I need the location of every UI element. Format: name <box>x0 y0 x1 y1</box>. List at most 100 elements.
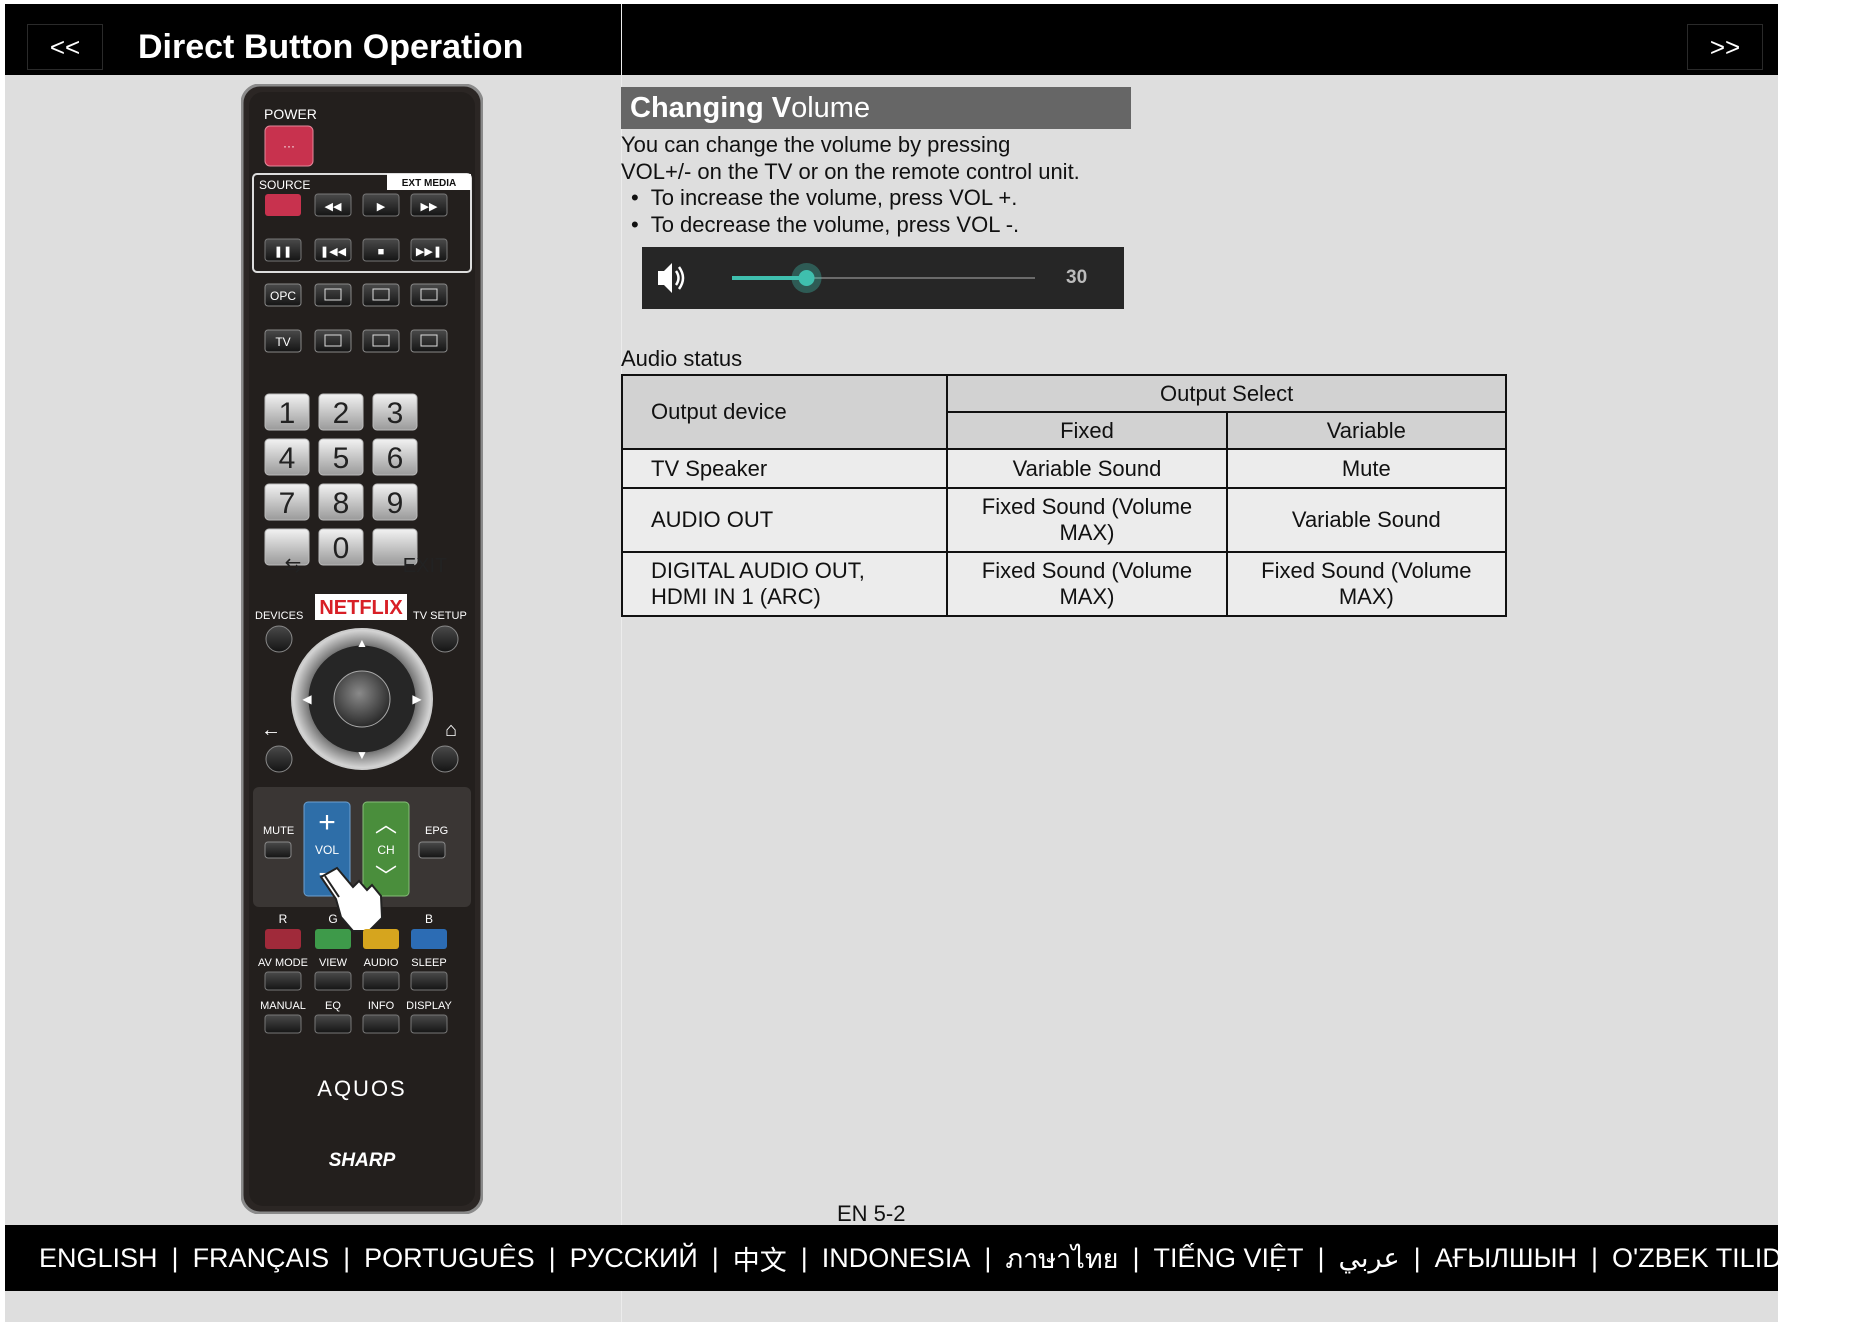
header-variable: Variable <box>1225 411 1508 450</box>
svg-text:▲: ▲ <box>356 636 368 650</box>
tv-setup-label: TV SETUP <box>413 610 467 622</box>
language-link[interactable]: TIẾNG VIỆT <box>1153 1243 1303 1274</box>
sleep-label: SLEEP <box>411 957 446 969</box>
language-link[interactable]: 中文 <box>733 1239 787 1278</box>
language-link[interactable]: РУССКИЙ <box>570 1243 698 1274</box>
speaker-icon <box>658 263 685 293</box>
display-label: DISPLAY <box>406 1000 452 1012</box>
cell-variable: Variable Sound <box>1225 487 1508 553</box>
info-label: INFO <box>368 1000 395 1012</box>
language-separator: | <box>711 1242 719 1273</box>
cell-variable: Mute <box>1225 448 1508 489</box>
language-separator: | <box>984 1242 992 1273</box>
ext-media-label: EXT MEDIA <box>402 178 456 189</box>
opc-label: OPC <box>270 289 296 303</box>
view-label: VIEW <box>319 957 348 969</box>
language-separator: | <box>1317 1242 1325 1273</box>
intro-text: You can change the volume by pressing VO… <box>621 132 1080 185</box>
language-link[interactable]: INDONESIA <box>822 1243 971 1274</box>
section-heading-rest: olume <box>791 92 871 124</box>
number-key-label: 9 <box>387 487 404 520</box>
language-link[interactable]: عربي <box>1339 1243 1400 1274</box>
svg-text:■: ■ <box>378 246 385 258</box>
svg-text:⌂: ⌂ <box>445 719 457 741</box>
exit-label: EXIT <box>403 555 447 577</box>
language-link[interactable]: ภาษาไทย <box>1005 1237 1118 1280</box>
language-link[interactable]: O'ZBEK TILIDA <box>1612 1243 1800 1274</box>
number-key-label: 1 <box>279 397 296 430</box>
aquos-logo: AQUOS <box>317 1076 406 1101</box>
svg-text:+: + <box>318 806 336 839</box>
table-row: AUDIO OUT Fixed Sound (Volume MAX) Variab… <box>620 487 1508 553</box>
instruction-item: To increase the volume, press VOL +. <box>631 185 1019 212</box>
volume-thumb <box>798 270 815 286</box>
language-link[interactable]: АҒЫЛШЫН <box>1435 1243 1577 1274</box>
cell-device: AUDIO OUT <box>620 487 949 553</box>
page-title: Direct Button Operation <box>138 28 524 66</box>
language-link[interactable]: PORTUGUÊS <box>364 1243 535 1274</box>
number-key-label: 8 <box>333 487 350 520</box>
svg-text:◀: ◀ <box>302 692 312 706</box>
column-divider <box>621 4 622 1322</box>
language-separator: | <box>548 1242 556 1273</box>
remote-control-illustration: POWER ··· EXT MEDIA SOURCE ◀◀ ▶ ▶▶ ❚❚ ❚◀◀ ■ ▶… <box>241 84 483 1214</box>
number-key-label: 3 <box>387 397 404 430</box>
table-row: TV Speaker Variable Sound Mute <box>620 448 1508 489</box>
vol-label: VOL <box>315 843 339 857</box>
svg-text:︿: ︿ <box>375 812 397 837</box>
cell-line: Fixed Sound (Volume <box>1261 558 1472 583</box>
red-button <box>265 929 301 949</box>
svg-text:▶: ▶ <box>412 692 422 706</box>
svg-text:←: ← <box>261 719 281 741</box>
sharp-logo: SHARP <box>329 1150 396 1171</box>
cell-device: DIGITAL AUDIO OUT, HDMI IN 1 (ARC) <box>620 551 949 617</box>
svg-text:▶▶: ▶▶ <box>421 201 438 213</box>
section-heading-bold: Changing V <box>630 92 792 124</box>
volume-indicator: 30 <box>642 247 1124 309</box>
number-key-label: 0 <box>333 532 350 565</box>
cell-line: HDMI IN 1 (ARC) <box>651 584 821 609</box>
language-separator: | <box>1413 1242 1421 1273</box>
svg-text:▼: ▼ <box>356 748 368 762</box>
language-link[interactable]: FRANÇAIS <box>193 1243 330 1274</box>
header-output-select: Output Select <box>946 374 1507 413</box>
av-mode-label: AV MODE <box>258 957 308 969</box>
mute-button <box>264 841 292 859</box>
intro-line-1: You can change the volume by pressing <box>621 132 1011 157</box>
section-heading: Changing Volume <box>621 87 1131 129</box>
netflix-label: NETFLIX <box>319 597 403 619</box>
language-link[interactable]: ENGLISH <box>39 1243 158 1274</box>
number-key-label: 2 <box>333 397 350 430</box>
eq-label: EQ <box>325 1000 341 1012</box>
header-fixed: Fixed <box>946 411 1228 450</box>
svg-text:···: ··· <box>283 139 295 153</box>
number-key-label: 4 <box>279 442 296 475</box>
svg-text:❚❚: ❚❚ <box>274 246 292 258</box>
language-separator: | <box>171 1242 179 1273</box>
header-output-device: Output device <box>620 374 949 450</box>
devices-label: DEVICES <box>255 610 303 622</box>
cell-line: MAX) <box>1338 584 1394 609</box>
instruction-list: To increase the volume, press VOL +. To … <box>631 185 1019 238</box>
page-number: EN 5-2 <box>837 1201 906 1226</box>
audio-label: AUDIO <box>364 957 399 969</box>
number-key-label: 6 <box>387 442 404 475</box>
g-label: G <box>328 912 337 926</box>
manual-page: << Direct Button Operation >> POWER ··· … <box>5 4 1800 1322</box>
svg-text:▶▶❚: ▶▶❚ <box>416 246 442 258</box>
epg-label: EPG <box>425 825 448 837</box>
ok-button <box>333 670 391 728</box>
blue-button <box>411 929 447 949</box>
svg-text:◀◀: ◀◀ <box>325 201 342 213</box>
cell-line: MAX) <box>1059 584 1115 609</box>
ch-label: CH <box>377 843 394 857</box>
page-header: << Direct Button Operation >> <box>5 4 1778 75</box>
epg-button <box>418 841 446 859</box>
audio-status-table: Output device Output Select Fixed Variab… <box>620 374 1508 617</box>
previous-page-button[interactable]: << <box>27 24 103 70</box>
mute-label: MUTE <box>263 825 294 837</box>
volume-level: 30 <box>1066 267 1088 288</box>
next-page-button[interactable]: >> <box>1687 24 1763 70</box>
tv-label: TV <box>275 335 290 349</box>
source-label: SOURCE <box>259 178 310 192</box>
